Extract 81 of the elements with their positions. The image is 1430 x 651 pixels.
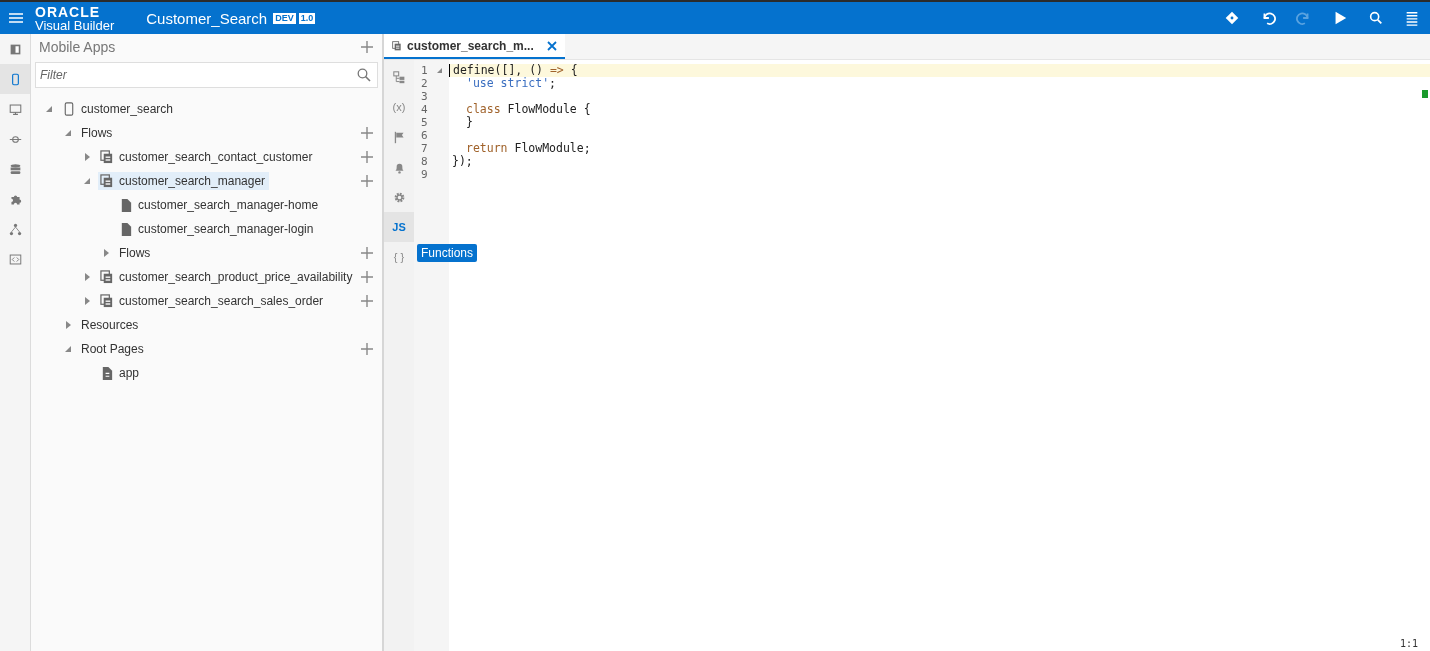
line-number: 5 [421, 116, 429, 129]
tree-item[interactable]: app [98, 364, 144, 382]
search-icon [1368, 10, 1384, 26]
add-icon[interactable] [360, 294, 374, 308]
fold-triangle-icon[interactable] [437, 68, 442, 73]
document-icon [119, 222, 133, 236]
document-icon [119, 198, 133, 212]
tree-item[interactable]: customer_search_contact_customer [98, 148, 317, 166]
tree-item[interactable]: customer_search_search_sales_order [98, 292, 328, 310]
phone-icon [62, 102, 76, 116]
tree-item[interactable]: customer_search [60, 100, 178, 118]
expand-triangle-icon[interactable] [102, 249, 110, 257]
tree-item[interactable]: customer_search_product_price_availability [98, 268, 357, 286]
editor-tab[interactable]: customer_search_m... [384, 34, 565, 59]
code-icon [8, 252, 22, 266]
code-line: 'use strict'; [465, 77, 557, 90]
add-icon[interactable] [360, 150, 374, 164]
add-icon[interactable] [360, 270, 374, 284]
line-number: 4 [421, 103, 429, 116]
code-line: }); [451, 155, 473, 168]
menu-icon[interactable] [9, 12, 23, 24]
line-number: 7 [421, 142, 429, 155]
expand-triangle-icon[interactable] [64, 321, 72, 329]
panel-icon [8, 42, 22, 56]
tree-item[interactable]: Root Pages [79, 340, 148, 358]
document-icon [100, 366, 114, 380]
data-icon [8, 162, 22, 176]
gear-icon [392, 190, 406, 204]
line-number: 9 [421, 168, 429, 181]
stacked-pages-icon [392, 40, 402, 51]
cursor-position: 1:1 [1399, 638, 1418, 649]
tree-item[interactable]: customer_search_manager [98, 172, 270, 190]
version-badge: DEV [273, 12, 296, 24]
logo-text: ORACLE [35, 4, 102, 19]
collapse-triangle-icon[interactable] [45, 105, 53, 113]
add-icon[interactable] [360, 246, 374, 260]
add-icon[interactable] [360, 342, 374, 356]
stacked-pages-icon [100, 150, 114, 164]
line-number: 3 [421, 90, 429, 103]
expand-triangle-icon[interactable] [83, 297, 91, 305]
structure-icon [392, 70, 406, 84]
close-icon[interactable] [546, 40, 557, 51]
expand-triangle-icon[interactable] [83, 273, 91, 281]
add-icon[interactable] [360, 126, 374, 140]
add-icon[interactable] [360, 174, 374, 188]
code-line: class FlowModule { [465, 103, 591, 116]
mobile-nav-button[interactable] [0, 64, 30, 94]
line-number: 2 [421, 77, 429, 90]
status-marker [1422, 90, 1428, 98]
add-icon[interactable] [360, 40, 374, 54]
code-line: } [465, 116, 473, 129]
flag-icon [392, 130, 406, 144]
line-number: 1 [421, 64, 429, 77]
tree-item[interactable]: Flows [79, 124, 117, 142]
collapse-triangle-icon[interactable] [64, 345, 72, 353]
search-icon[interactable] [357, 68, 371, 82]
product-name: Visual Builder [35, 18, 115, 32]
code-line: define([], () => { [449, 64, 578, 77]
line-number: 8 [421, 155, 429, 168]
process-icon [8, 222, 22, 236]
version-badge: 1.0 [298, 12, 316, 24]
filter-field[interactable]: Filter [35, 62, 378, 88]
tooltip: Functions [417, 244, 478, 262]
expand-triangle-icon[interactable] [83, 153, 91, 161]
app-name: Customer_Search [146, 9, 268, 27]
tree-item[interactable]: customer_search_manager-home [117, 196, 323, 214]
tree-item[interactable]: customer_search_manager-login [117, 220, 318, 238]
stacked-pages-icon [100, 294, 114, 308]
tree-item[interactable]: Flows [117, 244, 155, 262]
code-line: return FlowModule; [465, 142, 591, 155]
tree-item[interactable]: Resources [79, 316, 143, 334]
puzzle-icon [8, 192, 22, 206]
menu-icon [1404, 10, 1420, 26]
collapse-triangle-icon[interactable] [64, 129, 72, 137]
desktop-icon [8, 102, 22, 116]
stacked-pages-icon [100, 270, 114, 284]
line-number: 6 [421, 129, 429, 142]
panel-title: Mobile Apps [39, 39, 117, 55]
collapse-triangle-icon[interactable] [83, 177, 91, 185]
stacked-pages-icon [100, 174, 114, 188]
js-button[interactable]: JS [384, 212, 414, 242]
